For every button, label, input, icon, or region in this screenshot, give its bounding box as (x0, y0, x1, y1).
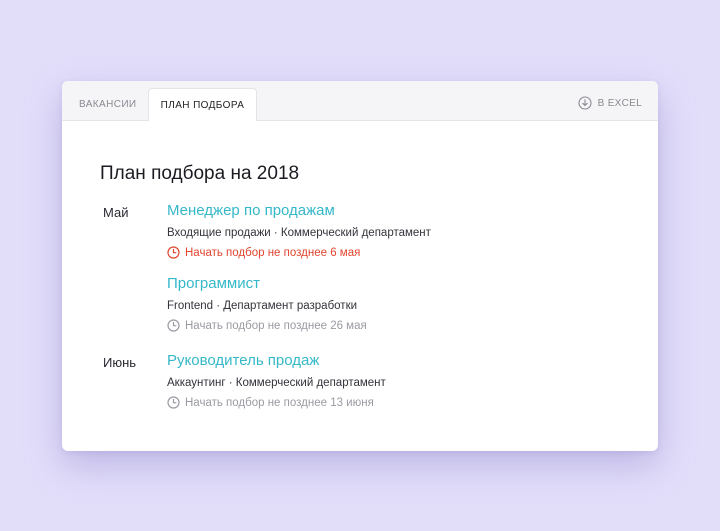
clock-icon (167, 246, 180, 259)
job-deadline: Начать подбор не позднее 6 мая (167, 246, 360, 259)
job-department: Frontend · Департамент разработки (167, 300, 358, 312)
export-excel-button[interactable]: В EXCEL (578, 95, 642, 111)
month-label: Июнь (103, 355, 137, 370)
download-icon (578, 96, 592, 110)
clock-icon (167, 319, 180, 332)
job-deadline-text: Начать подбор не позднее 13 июня (185, 396, 374, 409)
job-deadline: Начать подбор не позднее 13 июня (167, 396, 374, 409)
clock-icon (167, 396, 180, 409)
job-title-link[interactable]: Руководитель продаж (167, 352, 319, 369)
job-title-link[interactable]: Менеджер по продажам (167, 202, 335, 219)
month-label: Май (103, 205, 129, 220)
tab-bar: ВАКАНСИИ ПЛАН ПОДБОРА В EXCEL (62, 81, 658, 121)
job-department: Входящие продажи · Коммерческий департам… (167, 227, 431, 239)
job-deadline-text: Начать подбор не позднее 6 мая (185, 246, 361, 259)
tab-recruitment-plan[interactable]: ПЛАН ПОДБОРА (148, 88, 257, 121)
tab-vacancies[interactable]: ВАКАНСИИ (79, 89, 137, 120)
job-title-link[interactable]: Программист (167, 275, 260, 292)
export-excel-label: В EXCEL (597, 97, 642, 109)
job-deadline-text: Начать подбор не позднее 26 мая (185, 319, 367, 332)
job-deadline: Начать подбор не позднее 26 мая (167, 319, 367, 332)
page-title: План подбора на 2018 (100, 163, 300, 184)
recruitment-plan-card: ВАКАНСИИ ПЛАН ПОДБОРА В EXCEL План подбо… (62, 81, 658, 451)
job-department: Аккаунтинг · Коммерческий департамент (167, 377, 386, 389)
